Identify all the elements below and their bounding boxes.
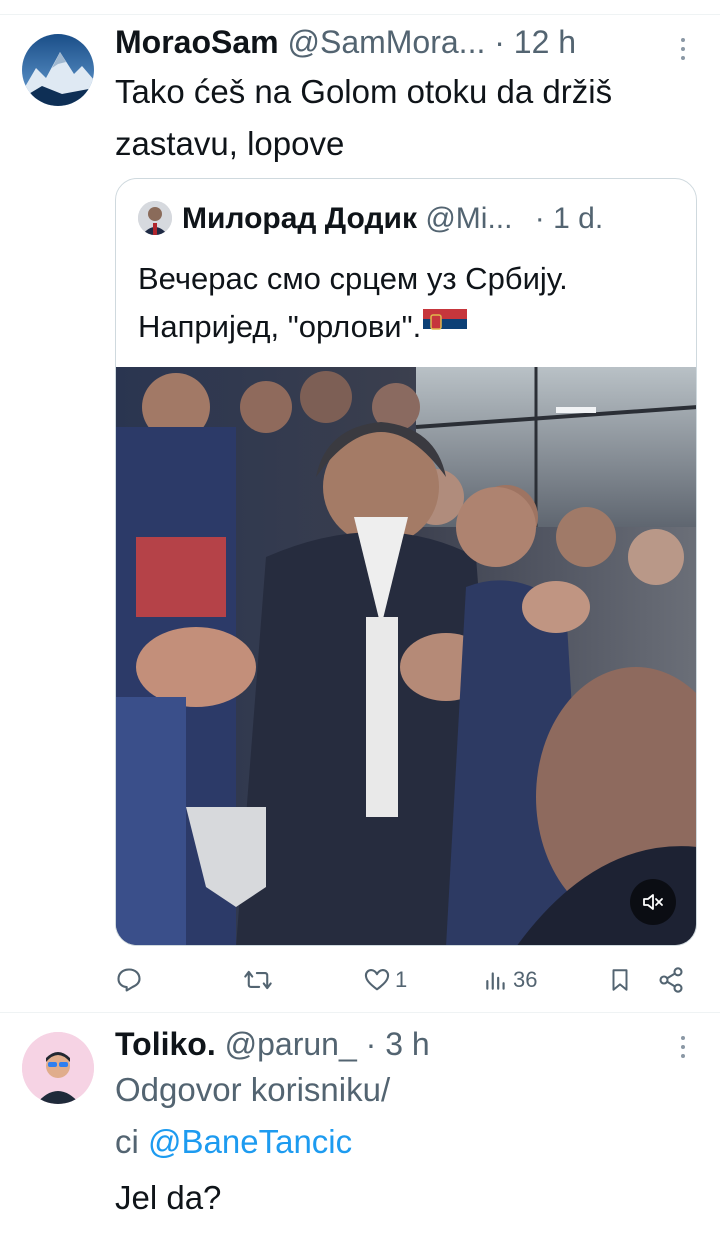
quoted-text: Вечерас смо срцем уз Србију. Напријед, "…: [138, 255, 568, 353]
tweet-actions: 1 36: [115, 958, 695, 1002]
video-thumbnail[interactable]: [116, 367, 696, 945]
speaker-muted-icon: [643, 894, 663, 910]
author-avatar[interactable]: [22, 34, 94, 106]
quoted-header: Милорад Додик @Mi... · 1 d.: [182, 199, 603, 239]
reply-context-prefix: ci: [115, 1123, 139, 1160]
tweet-divider: [0, 1012, 720, 1013]
quoted-text-line2: Напријед, "орлови".: [138, 309, 422, 344]
quoted-tweet-card[interactable]: Милорад Додик @Mi... · 1 d. Вечерас смо …: [115, 178, 697, 946]
quoted-time: · 1 d.: [534, 202, 604, 235]
reply-icon: [117, 968, 141, 992]
person-avatar-icon: [138, 201, 172, 235]
tweet-text-line: Tako ćeš na Golom otoku da držiš: [115, 73, 613, 110]
quoted-author-handle: @Mi...: [425, 202, 513, 235]
reply-header: Toliko. @parun_ · 3 h: [115, 1024, 430, 1064]
author-handle[interactable]: @SamMora...: [287, 24, 485, 60]
mountain-avatar-icon: [22, 34, 94, 106]
reply-text: Jel da?: [115, 1179, 222, 1216]
retweet-button[interactable]: [243, 958, 277, 1002]
reply-context-line: ci @BaneTancic: [115, 1116, 390, 1168]
reply-author-name[interactable]: Toliko.: [115, 1026, 216, 1062]
retweet-icon: [244, 970, 272, 990]
reply-button[interactable]: [115, 958, 147, 1002]
reply-context: Odgovor korisniku/ ci @BaneTancic: [115, 1064, 390, 1168]
reply-author-avatar[interactable]: [22, 1032, 94, 1104]
more-options-icon[interactable]: [673, 38, 693, 60]
person-avatar-icon: [22, 1032, 94, 1104]
top-divider: [0, 14, 720, 15]
share-button[interactable]: [657, 958, 685, 1002]
tweet-text: Tako ćeš na Golom otoku da držiš zastavu…: [115, 66, 612, 170]
reply-context-line: Odgovor korisniku/: [115, 1071, 391, 1108]
views-button[interactable]: 36: [483, 958, 537, 1002]
like-button[interactable]: 1: [363, 958, 407, 1002]
quoted-author-avatar: [138, 201, 172, 235]
mute-button[interactable]: [630, 879, 676, 925]
bookmark-button[interactable]: [607, 958, 633, 1002]
tweet-text-line: zastavu, lopove: [115, 125, 345, 162]
like-count: 1: [395, 967, 408, 992]
serbia-flag-icon: [423, 305, 468, 353]
heart-icon: [364, 969, 390, 991]
reply-time[interactable]: · 3 h: [366, 1026, 430, 1062]
share-icon: [659, 967, 683, 993]
mention-link[interactable]: @BaneTancic: [148, 1123, 352, 1160]
bookmark-icon: [612, 969, 628, 991]
crowd-video-image: [116, 367, 696, 945]
author-name[interactable]: MoraoSam: [115, 24, 279, 60]
analytics-icon: [486, 972, 505, 990]
reply-author-handle[interactable]: @parun_: [225, 1026, 357, 1062]
quoted-author-name: Милорад Додик: [182, 202, 417, 235]
quoted-text-line: Вечерас смо срцем уз Србију.: [138, 261, 568, 296]
views-count: 36: [513, 967, 538, 992]
tweet-time[interactable]: · 12 h: [494, 24, 576, 60]
more-options-icon[interactable]: [673, 1036, 693, 1058]
quoted-text-line: Напријед, "орлови".: [138, 303, 568, 353]
tweet-header: MoraoSam @SamMora... · 12 h: [115, 22, 576, 62]
